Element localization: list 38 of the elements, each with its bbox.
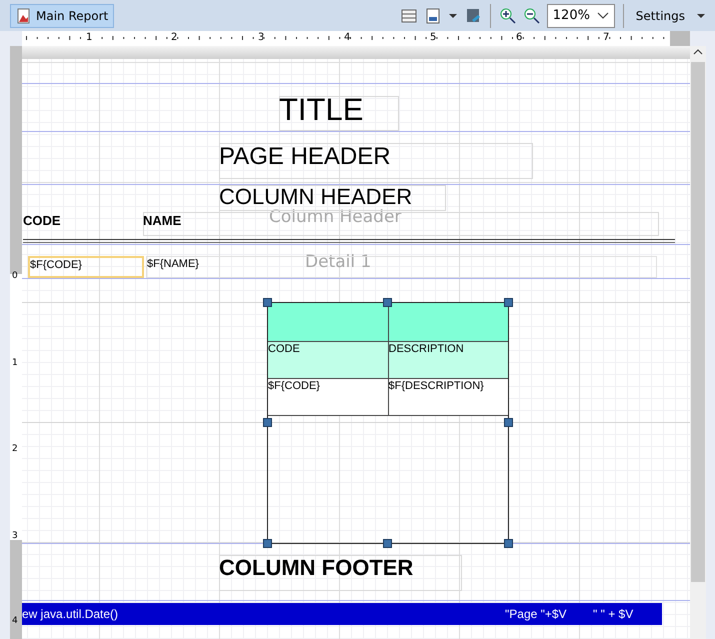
resize-handle[interactable]	[504, 298, 513, 307]
vertical-scrollbar[interactable]	[690, 46, 706, 639]
title-text[interactable]: TITLE	[279, 94, 364, 127]
page-header-text[interactable]: PAGE HEADER	[219, 144, 391, 170]
resize-handle[interactable]	[504, 539, 513, 548]
resize-handle[interactable]	[263, 298, 272, 307]
table-header-cell-text: DESCRIPTION	[388, 342, 465, 357]
field-expression[interactable]: $F{CODE}	[28, 256, 144, 278]
resize-handle[interactable]	[504, 418, 513, 427]
ruler-number: 1	[12, 358, 18, 368]
scroll-thumb[interactable]	[691, 62, 705, 582]
column-label[interactable]: NAME	[143, 213, 182, 228]
resize-handle[interactable]	[383, 539, 392, 548]
resize-handle[interactable]	[263, 418, 272, 427]
table-header-cell: CODE	[268, 342, 388, 378]
column-footer-text[interactable]: COLUMN FOOTER	[219, 556, 414, 580]
report-icon	[16, 8, 32, 24]
ruler-number: 2	[12, 444, 18, 454]
ruler-number: 3	[12, 531, 18, 541]
zoom-in-icon[interactable]	[498, 6, 517, 24]
column-header-text[interactable]: COLUMN HEADER	[219, 185, 412, 208]
column-label[interactable]: CODE	[23, 213, 61, 228]
field-expression[interactable]: "Page "+$V	[505, 603, 585, 625]
chevron-down-icon	[596, 12, 609, 20]
ruler-end	[670, 31, 690, 46]
report-tab[interactable]: Main Report	[10, 4, 114, 28]
ruler-number: 0	[12, 271, 18, 281]
data-icon[interactable]	[424, 6, 442, 24]
zoom-out-icon[interactable]	[522, 6, 541, 24]
resize-handle[interactable]	[263, 539, 272, 548]
list-icon[interactable]	[400, 6, 418, 24]
ruler-number: 4	[12, 616, 18, 626]
settings-button[interactable]: Settings	[632, 6, 689, 24]
zoom-dropdown[interactable]: 120%	[546, 4, 615, 28]
resize-handle[interactable]	[383, 298, 392, 307]
table-cell: $F{CODE}	[268, 379, 388, 415]
field-expression[interactable]: " " + $V	[593, 603, 639, 625]
field-expression[interactable]: ew java.util.Date()	[22, 603, 142, 625]
